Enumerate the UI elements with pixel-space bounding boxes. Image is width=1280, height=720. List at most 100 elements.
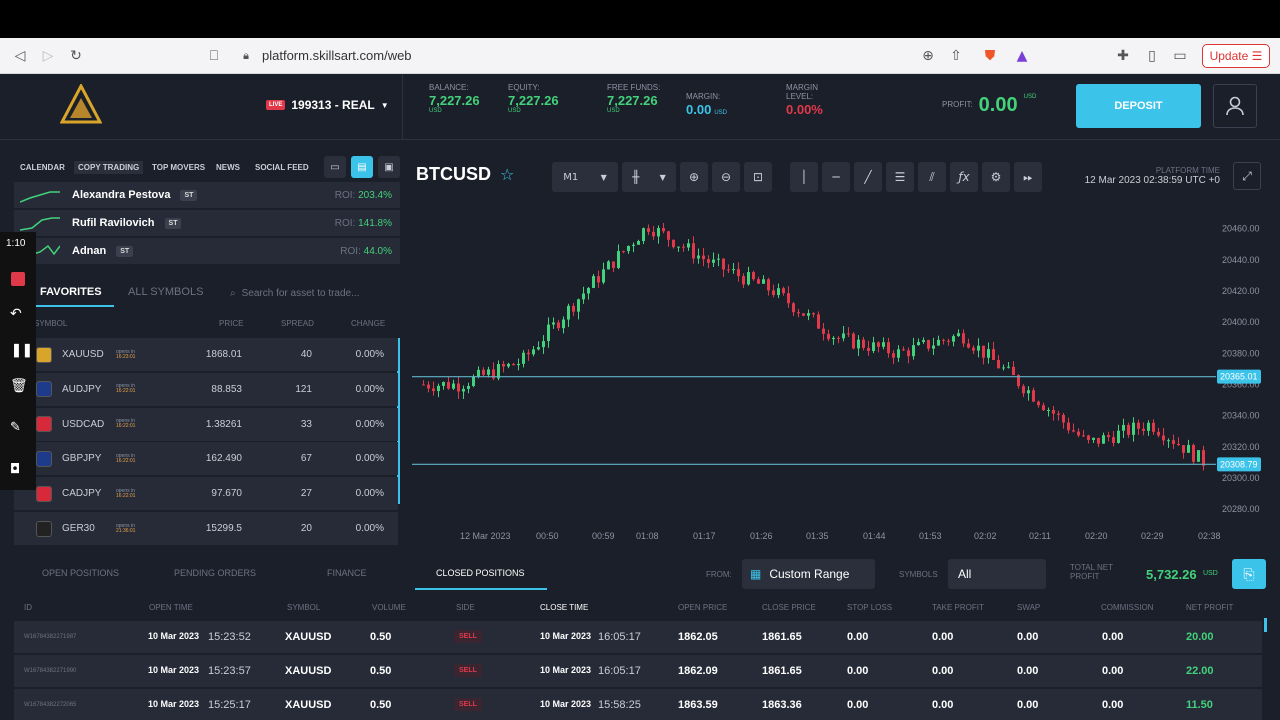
closed-position-row[interactable]: W16784382271987 10 Mar 2023 15:23:52 XAUUSD… [14,621,1262,653]
candle-body [1157,431,1160,436]
export-button[interactable]: ⎘ [1232,559,1266,589]
trader-row[interactable]: Rufil Ravilovich ST ROI: 141.8% [14,210,400,236]
vertical-line-icon[interactable]: │ [790,162,818,192]
layout-split-icon[interactable]: ▤ [351,156,373,178]
tab-open-positions[interactable]: OPEN POSITIONS [42,568,119,578]
forward-icon[interactable]: ▷ [38,46,58,66]
indicators-icon[interactable]: ƒx [950,162,978,192]
channel-icon[interactable]: ⫽ [918,162,946,192]
settings-icon[interactable]: ⚙ [982,162,1010,192]
sidebar-icon[interactable]: ▯ [1142,46,1162,66]
candle-body [1092,437,1095,440]
symbol-row[interactable]: CADJPY opens in 16:22:01 97.670 27 0.00% [14,477,398,511]
column-header[interactable]: CLOSE PRICE [762,603,816,612]
column-header[interactable]: SWAP [1017,603,1040,612]
chart-type-select[interactable]: ╫ ▼ [622,162,676,192]
closed-position-row[interactable]: W16784382272065 10 Mar 2023 15:25:17 XAUUSD… [14,689,1262,720]
symbol-row[interactable]: XAUUSD opens in 16:23:01 1868.01 40 0.00% [14,338,398,371]
user-icon [1226,96,1244,116]
install-icon[interactable]: ⊕ [918,46,938,66]
symbol-row[interactable]: AUDJPY opens in 16:22:01 88.853 121 0.00% [14,372,398,406]
trend-line-icon[interactable]: ╱ [854,162,882,192]
timeframe-select[interactable]: M1 ▼ [552,162,618,192]
symbol-row[interactable]: GER30 opens in 21:36:01 15299.5 20 0.00% [14,512,398,545]
pause-icon[interactable]: ❚❚ [11,342,33,358]
tab-favorites[interactable]: FAVORITES [40,286,102,298]
column-header[interactable]: STOP LOSS [847,603,892,612]
wallet-icon[interactable]: ▭ [1170,46,1190,66]
trader-row[interactable]: Adnan ST ROI: 44.0% [14,238,400,264]
search-placeholder: Search for asset to trade... [241,287,360,299]
symbol-spread: 40 [300,349,312,360]
symbol-search[interactable]: ⌕ Search for asset to trade... [230,282,398,304]
candle-body [632,244,635,246]
tab-all-symbols[interactable]: ALL SYMBOLS [128,286,203,298]
cell-swap: 0.00 [1017,699,1039,711]
cell-id: W16784382271990 [24,668,77,674]
time-tick-label: 12 Mar 2023 [460,531,511,541]
reload-icon[interactable]: ↻ [66,46,86,66]
symbol-row[interactable]: USDCAD opens in 16:22:01 1.38261 33 0.00% [14,407,398,441]
trader-row[interactable]: Alexandra Pestova ST ROI: 203.4% [14,182,400,208]
tab-calendar[interactable]: CALENDAR [20,163,65,172]
stop-record-icon[interactable] [11,272,25,286]
column-header[interactable]: CLOSE TIME [540,603,588,612]
column-header[interactable]: TAKE PROFIT [932,603,984,612]
zoom-out-icon[interactable]: ⊖ [712,162,740,192]
column-header[interactable]: OPEN TIME [149,603,193,612]
zoom-in-icon[interactable]: ⊕ [680,162,708,192]
column-header[interactable]: COMMISSION [1101,603,1153,612]
candle-body [692,243,695,259]
tab-news[interactable]: NEWS [216,163,240,172]
recording-timer: 1:10 [6,238,26,249]
cell-sl: 0.00 [847,699,869,711]
price-chart[interactable]: 20460.00 20440.00 20420.00 20400.00 20380.00… [412,205,1272,550]
user-profile-button[interactable] [1213,84,1257,128]
candle-body [742,276,745,285]
column-header[interactable]: VOLUME [372,603,406,612]
back-icon[interactable]: ◁ [10,46,30,66]
account-selector[interactable]: LIVE 199313 - REAL ▼ [266,98,389,112]
export-icon: ⎘ [1243,565,1255,582]
candle-body [997,359,1000,369]
opens-time: 16:22:01 [116,492,136,499]
tab-top-movers[interactable]: TOP MOVERS [152,163,205,172]
candle-body [1177,443,1180,446]
camera-icon[interactable]: ◘ [10,462,20,477]
column-header[interactable]: ID [24,603,32,612]
tab-closed-positions[interactable]: CLOSED POSITIONS [436,568,525,578]
url-bar[interactable]: platform.skillsart.com/web [262,48,412,63]
brave-shield-icon[interactable]: ⛊ [980,46,1000,66]
star-icon[interactable]: ☆ [500,165,514,184]
tab-finance[interactable]: FINANCE [327,568,367,578]
fit-screen-icon[interactable]: ⊡ [744,162,772,192]
pen-icon[interactable]: ✎ [10,420,21,435]
column-header[interactable]: NET PROFIT [1186,603,1233,612]
update-button[interactable]: Update ☰ [1202,44,1270,68]
tab-pending-orders[interactable]: PENDING ORDERS [174,568,256,578]
symbols-filter-select[interactable]: All [948,559,1046,589]
cell-swap: 0.00 [1017,665,1039,677]
rewards-icon[interactable]: ▲ [1012,46,1032,66]
trash-icon[interactable]: 🗑︎ [10,378,28,394]
cell-close-time: 16:05:17 [598,631,641,643]
closed-position-row[interactable]: W16784382271990 10 Mar 2023 15:23:57 XAUUSD… [14,655,1262,687]
column-header[interactable]: SIDE [456,603,475,612]
fibonacci-icon[interactable]: ☰ [886,162,914,192]
column-header[interactable]: SYMBOL [287,603,320,612]
tab-copy-trading[interactable]: COPY TRADING [74,161,144,174]
layout-single-icon[interactable]: ▭ [324,156,346,178]
horizontal-line-icon[interactable]: ─ [822,162,850,192]
fullscreen-icon[interactable]: ⤢ [1233,162,1261,190]
tab-social-feed[interactable]: SOCIAL FEED [255,163,309,172]
bookmark-icon[interactable]: ⎕ [204,46,224,66]
extensions-icon[interactable]: ✚ [1113,46,1133,66]
layout-full-icon[interactable]: ▣ [378,156,400,178]
deposit-button[interactable]: DEPOSIT [1076,84,1201,128]
share-icon[interactable]: ⇧ [946,46,966,66]
date-range-picker[interactable]: ▦ Custom Range [742,559,875,589]
undo-icon[interactable]: ↶ [10,306,22,322]
symbol-row[interactable]: GBPJPY opens in 16:22:01 162.490 67 0.00% [14,442,398,476]
fast-forward-icon[interactable]: ⏩︎ [1014,162,1042,192]
column-header[interactable]: OPEN PRICE [678,603,727,612]
